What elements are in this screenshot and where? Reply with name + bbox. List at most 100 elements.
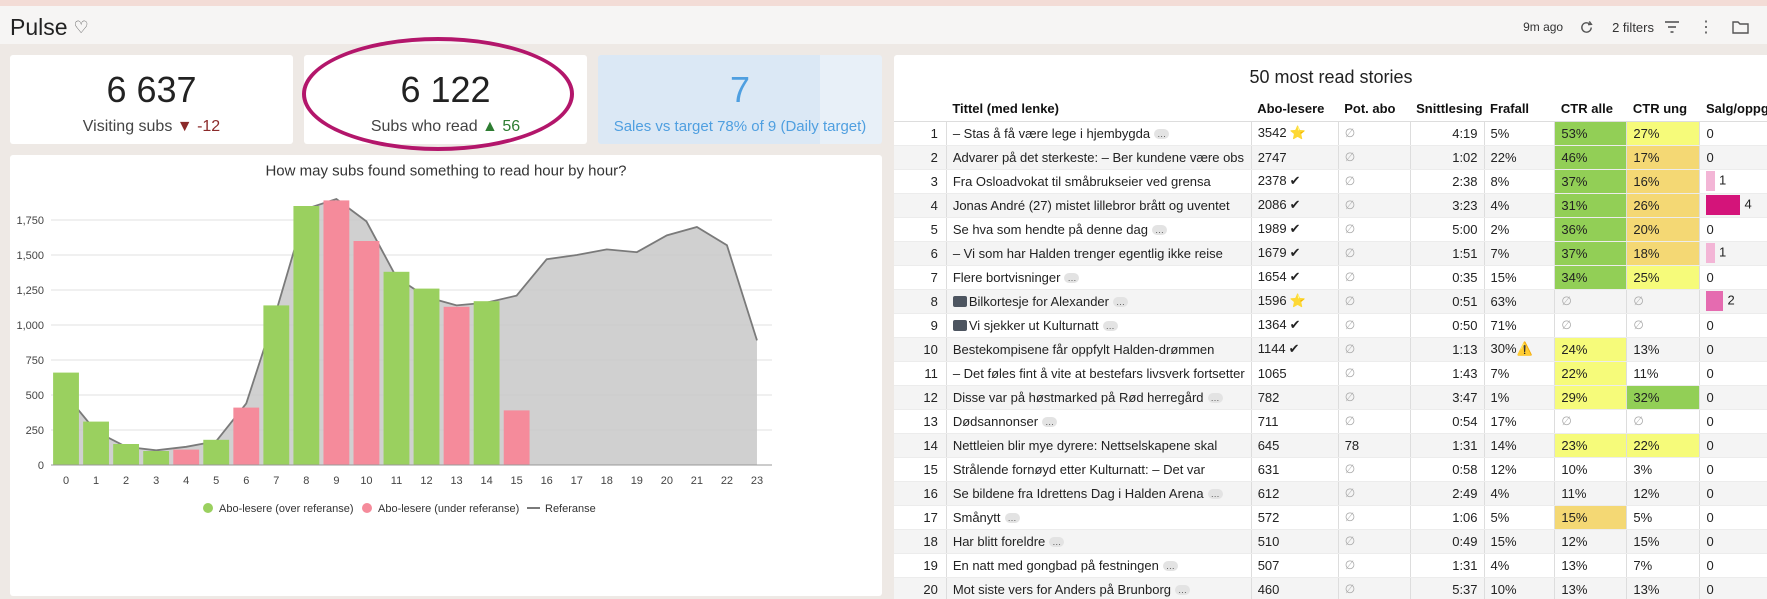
salg-value: 1 (1718, 244, 1727, 260)
story-title-link[interactable]: Nettleien blir mye dyrere: Nettselskapen… (945, 433, 1252, 458)
table-row[interactable]: 14 Nettleien blir mye dyrere: Nettselskap… (894, 433, 1767, 458)
x-tick-label: 3 (153, 475, 159, 487)
story-title-link[interactable]: Se hva som hendte på denne dag… (945, 217, 1252, 242)
story-title-link[interactable]: En natt med gongbad på festningen… (945, 553, 1252, 578)
column-header[interactable]: Pot. abo (1338, 97, 1411, 122)
table-row[interactable]: 3 Fra Osloadvokat til småbrukseier ved gr… (894, 169, 1767, 194)
row-index: 12 (894, 385, 947, 410)
table-row[interactable]: 5 Se hva som hendte på denne dag… 1989 ✔ ∅ 5:… (894, 217, 1767, 242)
table-row[interactable]: 9 Vi sjekker ut Kulturnatt… 1364 ✔ ∅ 0:50 71% ∅… (894, 313, 1767, 338)
table-row[interactable]: 18 Har blitt foreldre… 510 ∅ 0:49 15% 12% 15% 0 (894, 529, 1767, 554)
table-row[interactable]: 1– Stas å få være lege i hjembygda… 3542 ⭐… (894, 121, 1767, 146)
story-title-link[interactable]: – Det føles fint å vite at bestefars liv… (945, 361, 1252, 386)
ctr-ung-cell: ∅ (1626, 289, 1700, 314)
abo-lesere-cell: 2747 (1250, 145, 1339, 170)
story-title: Fra Osloadvokat til småbrukseier ved gre… (952, 173, 1211, 189)
legend-label-reference: Referanse (545, 503, 596, 515)
refresh-icon[interactable] (1579, 20, 1594, 35)
table-row[interactable]: 17 Smånytt… 572 ∅ 1:06 5% 15% 5% 0 (894, 505, 1767, 530)
row-index: 13 (894, 409, 947, 434)
story-title-link[interactable]: Vi sjekker ut Kulturnatt… (945, 313, 1252, 338)
story-title-link[interactable]: Har blitt foreldre… (945, 529, 1252, 554)
column-header[interactable]: Salg/oppgr (1699, 97, 1767, 122)
filters-button[interactable]: 2 filters (1612, 20, 1680, 35)
table-row[interactable]: 16 Se bildene fra Idrettens Dag i Halden … (894, 481, 1767, 506)
bar-hour-6 (233, 407, 260, 465)
page-title-text: Pulse (10, 14, 68, 40)
updated-time: 9m ago (1523, 20, 1564, 34)
abo-lesere-value: 612 (1257, 485, 1280, 501)
story-title-link[interactable]: Smånytt… (945, 505, 1252, 530)
story-title-link[interactable]: Bestekompisene får oppfylt Halden-drømme… (945, 337, 1252, 362)
story-title-link[interactable]: Bilkortesje for Alexander… (945, 289, 1252, 314)
salg-value: 0 (1706, 413, 1714, 429)
table-row[interactable]: 6 – Vi som har Halden trenger egentlig ik… (894, 241, 1767, 266)
frafall-cell: 63% (1483, 289, 1555, 314)
story-title-link[interactable]: Mot siste vers for Anders på Brunborg… (945, 577, 1252, 599)
kpi-sales-vs-target[interactable]: 7 Sales vs target 78% of 9 (Daily target… (598, 55, 882, 144)
table-row[interactable]: 11 – Det føles fint å vite at bestefars l… (894, 361, 1767, 386)
salg-cell: 0 (1699, 361, 1767, 386)
table-row[interactable]: 10 Bestekompisene får oppfylt Halden-drøm… (894, 337, 1767, 362)
ctr-alle-cell: ∅ (1554, 313, 1627, 338)
kpi-subs-who-read[interactable]: 6 122 Subs who read ▲ 56 (304, 55, 587, 144)
story-title: Bestekompisene får oppfylt Halden-drømme… (952, 341, 1215, 357)
heart-icon[interactable]: ♡ (74, 18, 89, 37)
row-index: 2 (894, 145, 947, 170)
table-row[interactable]: 12 Disse var på høstmarked på Rød herregå… (894, 385, 1767, 410)
column-header[interactable] (894, 97, 947, 122)
column-header[interactable]: Snittlesing (1410, 97, 1485, 122)
story-title-link[interactable]: Flere bortvisninger… (945, 265, 1252, 290)
story-title-link[interactable]: Strålende fornøyd etter Kulturnatt: – De… (945, 457, 1252, 482)
story-title-link[interactable]: – Stas å få være lege i hjembygda… (945, 121, 1252, 146)
ctr-ung-cell: ∅ (1626, 409, 1700, 434)
table-row[interactable]: 7 Flere bortvisninger… 1654 ✔ ∅ 0:35 15% 34% 25%… (894, 265, 1767, 290)
snittlesing-cell: 3:23 (1409, 193, 1485, 218)
column-header[interactable]: Abo-lesere (1251, 97, 1339, 122)
abo-lesere-value: 711 (1257, 413, 1279, 429)
x-tick-label: 7 (273, 475, 279, 487)
story-title: Vi sjekker ut Kulturnatt (968, 317, 1099, 333)
column-header[interactable]: CTR alle (1554, 97, 1627, 122)
bar-hour-14 (473, 301, 500, 465)
column-header[interactable]: Frafall (1484, 97, 1555, 122)
story-title: Strålende fornøyd etter Kulturnatt: – De… (952, 461, 1205, 477)
table-row[interactable]: 15 Strålende fornøyd etter Kulturnatt: – … (894, 457, 1767, 482)
table-row[interactable]: 20 Mot siste vers for Anders på Brunborg…… (894, 577, 1767, 599)
ctr-alle-cell: 37% (1554, 241, 1627, 266)
abo-lesere-cell: 460 (1250, 577, 1339, 599)
more-icon[interactable]: ⋮ (1698, 17, 1714, 37)
x-tick-label: 16 (541, 475, 553, 487)
story-title-link[interactable]: Jonas André (27) mistet lillebror brått … (945, 193, 1252, 218)
salg-value: 0 (1706, 437, 1714, 453)
story-title-link[interactable]: Advarer på det sterkeste: – Ber kundene … (945, 145, 1252, 170)
row-index: 15 (894, 457, 947, 482)
column-header[interactable]: CTR ung (1626, 97, 1700, 122)
row-index: 17 (894, 505, 947, 530)
pot-abo-cell: ∅ (1337, 457, 1411, 482)
bar-hour-8 (293, 206, 320, 465)
top-bar: Pulse ♡ 9m ago 2 filters ⋮ (0, 0, 1767, 44)
row-index: 11 (894, 361, 947, 386)
pot-abo-cell: ∅ (1337, 505, 1411, 530)
column-header[interactable]: Tittel (med lenke) (946, 97, 1252, 122)
story-title-link[interactable]: Dødsannonser… (945, 409, 1252, 434)
table-row[interactable]: 8 Bilkortesje for Alexander… 1596 ⭐ ∅ 0:51 63%… (894, 289, 1767, 314)
story-title-link[interactable]: Se bildene fra Idrettens Dag i Halden Ar… (945, 481, 1252, 506)
table-row[interactable]: 13 Dødsannonser… 711 ∅ 0:54 17% ∅ ∅ 0 (894, 409, 1767, 434)
frafall-cell: 8% (1483, 169, 1555, 194)
table-row[interactable]: 2 Advarer på det sterkeste: – Ber kundene… (894, 145, 1767, 170)
table-row[interactable]: 4 Jonas André (27) mistet lillebror brått… (894, 193, 1767, 218)
kpi-visiting-subs[interactable]: 6 637 Visiting subs ▼ -12 (10, 55, 293, 144)
folder-icon[interactable] (1732, 20, 1749, 34)
ctr-alle-cell: ∅ (1554, 409, 1627, 434)
salg-value: 0 (1706, 269, 1714, 285)
story-title-link[interactable]: – Vi som har Halden trenger egentlig ikk… (945, 241, 1252, 266)
story-title-link[interactable]: Disse var på høstmarked på Rød herregård… (945, 385, 1252, 410)
star-icon: ⭐ (1289, 125, 1306, 140)
frafall-cell: 2% (1483, 217, 1555, 242)
story-title-link[interactable]: Fra Osloadvokat til småbrukseier ved gre… (945, 169, 1252, 194)
ctr-ung-cell: 12% (1626, 481, 1700, 506)
ctr-ung-cell: 25% (1626, 265, 1700, 290)
table-row[interactable]: 19 En natt med gongbad på festningen… 507 ∅… (894, 553, 1767, 578)
